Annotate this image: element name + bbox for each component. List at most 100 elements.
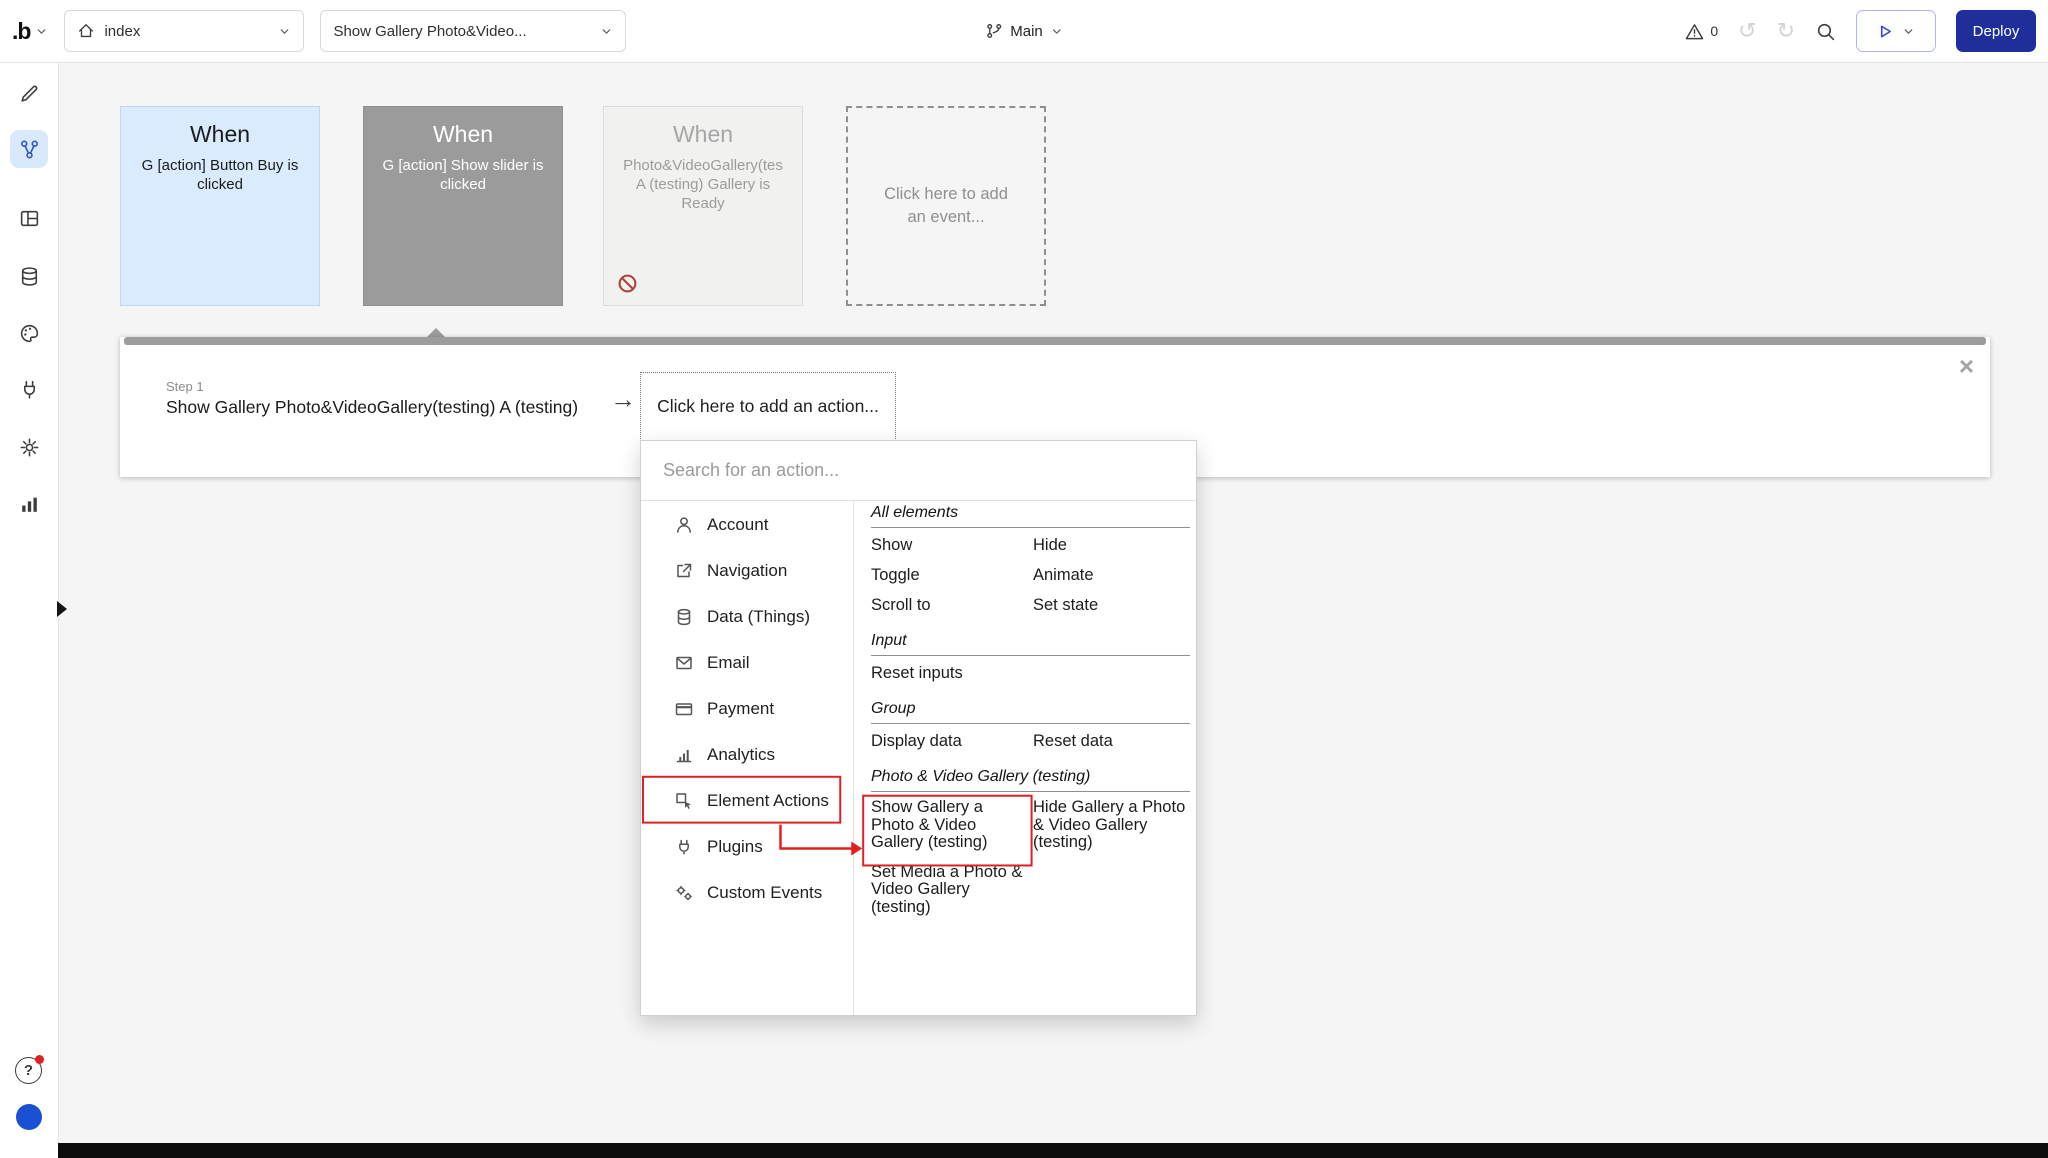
action-search[interactable] — [641, 441, 1196, 501]
action-item[interactable]: Hide — [1033, 530, 1190, 560]
redo-icon[interactable]: ↻ — [1777, 20, 1795, 42]
section-photo-video-gallery: Photo & Video Gallery (testing) Show Gal… — [871, 756, 1190, 923]
add-action-label: Click here to add an action... — [657, 396, 879, 416]
plug-icon — [679, 839, 689, 855]
category-label: Data (Things) — [707, 607, 810, 626]
user-avatar[interactable] — [16, 1104, 42, 1130]
action-item[interactable]: Set state — [1033, 590, 1190, 620]
section-header: Input — [871, 620, 1190, 656]
action-item[interactable]: Toggle — [871, 560, 1033, 590]
chart-icon — [21, 497, 37, 512]
sidebar-item-styles[interactable] — [16, 320, 42, 346]
branch-selector[interactable]: Main — [985, 22, 1063, 40]
category-analytics[interactable]: Analytics — [641, 732, 853, 778]
category-label: Account — [707, 515, 769, 534]
palette-icon — [20, 324, 38, 342]
issues-count: 0 — [1710, 23, 1719, 39]
panel-notch — [427, 328, 445, 337]
section-header: Group — [871, 688, 1190, 724]
workspace-menu[interactable]: .b — [12, 18, 48, 45]
category-label: Element Actions — [707, 791, 829, 810]
preview-button[interactable] — [1856, 10, 1936, 52]
event-card-show-slider-selected[interactable]: When G [action] Show slider is clicked — [363, 106, 563, 306]
action-item[interactable]: Set Media a Photo & Video Gallery (testi… — [871, 859, 1033, 924]
sidebar-item-logs[interactable] — [16, 491, 42, 517]
topbar: .b index Show Gallery Photo&Video... Mai… — [0, 0, 2048, 63]
gear-icon — [20, 438, 38, 456]
branch-icon — [987, 24, 1002, 38]
action-item-empty — [1033, 859, 1190, 924]
section-input: Input Reset inputs — [871, 620, 1190, 688]
action-categories: Account Navigation Data (Things) Email P… — [641, 501, 854, 1015]
chevron-down-icon — [603, 28, 611, 34]
workflow-selector-value: Show Gallery Photo&Video... — [333, 22, 527, 40]
action-item[interactable]: Reset data — [1033, 726, 1190, 756]
category-custom-events[interactable]: Custom Events — [641, 870, 853, 916]
chevron-down-icon — [1904, 28, 1913, 34]
category-label: Plugins — [707, 837, 763, 856]
category-payment[interactable]: Payment — [641, 686, 853, 732]
section-header: All elements — [871, 501, 1190, 528]
sidebar-item-plugins[interactable] — [16, 376, 42, 402]
sidebar-item-design[interactable] — [16, 80, 42, 106]
sidebar-item-settings[interactable] — [16, 434, 42, 460]
arrow-right-icon: → — [610, 384, 636, 414]
category-navigation[interactable]: Navigation — [641, 548, 853, 594]
workflow-selector[interactable]: Show Gallery Photo&Video... — [320, 10, 627, 52]
event-body: G [action] Button Buy is clicked — [141, 157, 299, 193]
category-label: Analytics — [707, 745, 776, 764]
category-element-actions[interactable]: Element Actions — [641, 778, 853, 824]
action-item[interactable]: Hide Gallery a Photo & Video Gallery (te… — [1033, 794, 1190, 859]
bar-chart-icon — [676, 750, 692, 763]
section-all-elements: All elements Show Hide Toggle Animate Sc… — [871, 501, 1190, 620]
bottom-bar — [58, 1143, 2048, 1158]
action-item[interactable]: Scroll to — [871, 590, 1033, 620]
action-item[interactable]: Show — [871, 530, 1033, 560]
step-title[interactable]: Show Gallery Photo&VideoGallery(testing)… — [166, 397, 578, 418]
database-icon — [677, 608, 691, 626]
step-scrollbar[interactable] — [124, 337, 1986, 345]
category-account[interactable]: Account — [641, 502, 853, 548]
action-picker-popup: Account Navigation Data (Things) Email — [640, 440, 1197, 1016]
home-icon — [79, 24, 94, 38]
disabled-icon — [618, 274, 637, 293]
category-label: Payment — [707, 699, 775, 718]
section-group: Group Display data Reset data — [871, 688, 1190, 756]
undo-icon[interactable]: ↺ — [1738, 20, 1756, 42]
event-title: When — [189, 121, 251, 147]
add-event-placeholder[interactable]: Click here to add an event... — [846, 106, 1046, 306]
category-plugins[interactable]: Plugins — [641, 824, 853, 870]
sidebar-item-pages[interactable] — [16, 205, 42, 231]
search-icon[interactable] — [1815, 21, 1836, 42]
event-title: When — [672, 121, 734, 147]
event-card-gallery-ready[interactable]: When Photo&VideoGallery(tes A (testing) … — [603, 106, 803, 306]
warning-icon — [1686, 23, 1704, 39]
chevron-down-icon — [1052, 28, 1061, 34]
action-item[interactable]: Animate — [1033, 560, 1190, 590]
person-icon — [677, 517, 691, 533]
deploy-button[interactable]: Deploy — [1956, 10, 2036, 52]
gears-icon — [676, 885, 692, 901]
sidebar-item-data[interactable] — [16, 263, 42, 289]
element-click-icon — [676, 793, 691, 809]
category-label: Custom Events — [707, 883, 823, 902]
play-icon — [1880, 25, 1892, 37]
action-item[interactable]: Display data — [871, 726, 1033, 756]
event-card-button-buy[interactable]: When G [action] Button Buy is clicked — [120, 106, 320, 306]
issues-indicator[interactable]: 0 — [1685, 22, 1718, 41]
help-button[interactable]: ? — [15, 1055, 44, 1084]
action-search-input[interactable] — [661, 459, 1176, 482]
category-label: Email — [707, 653, 750, 672]
topbar-actions: 0 ↺ ↻ Deploy — [1685, 10, 2036, 52]
element-tree-expander[interactable] — [57, 601, 67, 617]
page-selector[interactable]: index — [64, 10, 305, 52]
action-item-show-gallery[interactable]: Show Gallery a Photo & Video Gallery (te… — [871, 794, 1033, 859]
category-email[interactable]: Email — [641, 640, 853, 686]
action-item[interactable]: Reset inputs — [871, 658, 1033, 688]
add-action-placeholder[interactable]: Click here to add an action... — [640, 372, 896, 441]
bubble-workflow-editor: .b index Show Gallery Photo&Video... Mai… — [0, 0, 2048, 1158]
pencil-icon — [20, 85, 37, 102]
sidebar-item-workflow[interactable] — [10, 130, 48, 168]
close-icon[interactable]: × — [1959, 353, 1974, 379]
category-data-things[interactable]: Data (Things) — [641, 594, 853, 640]
